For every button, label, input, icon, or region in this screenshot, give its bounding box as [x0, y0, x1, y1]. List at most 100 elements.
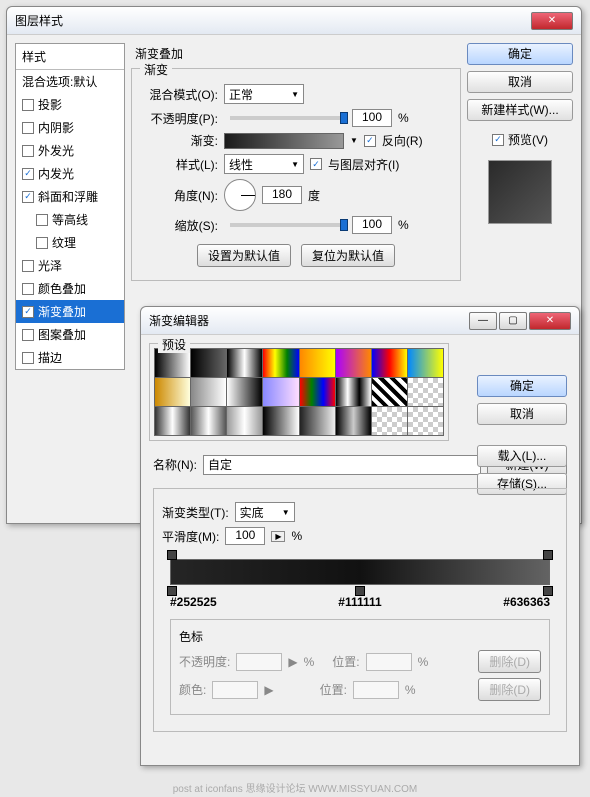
preview-swatch	[488, 160, 552, 224]
preset-swatch[interactable]	[263, 349, 298, 377]
angle-input[interactable]: 180	[262, 186, 302, 204]
color-stop[interactable]	[355, 586, 365, 596]
close-icon[interactable]: ✕	[529, 312, 571, 330]
ok-button[interactable]: 确定	[467, 43, 573, 65]
preset-swatch[interactable]	[300, 378, 335, 406]
opacity-stop[interactable]	[167, 550, 177, 560]
preset-swatch[interactable]	[336, 407, 371, 435]
scale-label: 缩放(S):	[140, 217, 218, 234]
blend-mode-dropdown[interactable]: 正常	[224, 84, 304, 104]
style-item[interactable]: 图案叠加	[16, 323, 124, 346]
preset-swatch[interactable]	[408, 378, 443, 406]
chevron-right-icon[interactable]: ▶	[271, 531, 285, 542]
opacity-stop[interactable]	[543, 550, 553, 560]
grad-type-dropdown[interactable]: 实底	[235, 502, 295, 522]
preset-swatch[interactable]	[336, 378, 371, 406]
titlebar[interactable]: 图层样式 ✕	[7, 7, 581, 35]
preset-swatch[interactable]	[155, 378, 190, 406]
checkbox-icon[interactable]	[22, 260, 34, 272]
dialog-title: 渐变编辑器	[149, 312, 209, 329]
opacity-slider[interactable]	[230, 116, 340, 120]
preset-swatch[interactable]	[155, 407, 190, 435]
preset-swatch[interactable]	[408, 349, 443, 377]
preset-swatch[interactable]	[227, 378, 262, 406]
preset-swatch[interactable]	[336, 349, 371, 377]
style-dropdown[interactable]: 线性	[224, 154, 304, 174]
stops-fieldset: 色标 不透明度: ▶ % 位置: % 删除(D) 颜色: ▶ 位置: % 删除(…	[170, 619, 550, 715]
name-input[interactable]: 自定	[203, 455, 481, 475]
checkbox-icon[interactable]	[22, 283, 34, 295]
scale-slider[interactable]	[230, 223, 340, 227]
style-item[interactable]: 内阴影	[16, 116, 124, 139]
new-style-button[interactable]: 新建样式(W)...	[467, 99, 573, 121]
load-button[interactable]: 载入(L)...	[477, 445, 567, 467]
style-item[interactable]: 斜面和浮雕	[16, 185, 124, 208]
style-item[interactable]: 外发光	[16, 139, 124, 162]
preset-swatch[interactable]	[227, 407, 262, 435]
style-item-label: 外发光	[38, 142, 74, 159]
preset-swatch[interactable]	[372, 378, 407, 406]
angle-control[interactable]	[224, 179, 256, 211]
preset-swatch[interactable]	[263, 378, 298, 406]
style-item[interactable]: 内发光	[16, 162, 124, 185]
checkbox-icon[interactable]	[36, 237, 48, 249]
preview-checkbox[interactable]	[492, 134, 504, 146]
close-icon[interactable]: ✕	[531, 12, 573, 30]
gradient-edit-bar[interactable]	[170, 559, 550, 585]
preset-swatch[interactable]	[191, 349, 226, 377]
cancel-button[interactable]: 取消	[467, 71, 573, 93]
reset-default-button[interactable]: 复位为默认值	[301, 244, 395, 267]
maximize-icon[interactable]: ▢	[499, 312, 527, 330]
style-item[interactable]: 等高线	[16, 208, 124, 231]
style-item[interactable]: 光泽	[16, 254, 124, 277]
opacity-input[interactable]: 100	[352, 109, 392, 127]
style-item[interactable]: 纹理	[16, 231, 124, 254]
checkbox-icon[interactable]	[22, 168, 34, 180]
set-default-button[interactable]: 设置为默认值	[197, 244, 291, 267]
preset-swatch[interactable]	[300, 349, 335, 377]
preset-swatch[interactable]	[191, 407, 226, 435]
preset-swatch[interactable]	[227, 349, 262, 377]
checkbox-icon[interactable]	[22, 352, 34, 364]
angle-label: 角度(N):	[140, 187, 218, 204]
delete-button: 删除(D)	[478, 678, 541, 701]
style-item[interactable]: 渐变叠加	[16, 300, 124, 323]
gradient-preview[interactable]	[224, 133, 344, 149]
grad-type-label: 渐变类型(T):	[162, 504, 229, 521]
style-item[interactable]: 颜色叠加	[16, 277, 124, 300]
smooth-input[interactable]: 100	[225, 527, 265, 545]
checkbox-icon[interactable]	[22, 122, 34, 134]
reverse-checkbox[interactable]	[364, 135, 376, 147]
gradient-type-fieldset: 渐变类型(T): 实底 平滑度(M): 100 ▶ % #252525 #111…	[153, 488, 567, 732]
preset-swatch[interactable]	[191, 378, 226, 406]
scale-input[interactable]: 100	[352, 216, 392, 234]
cancel-button[interactable]: 取消	[477, 403, 567, 425]
checkbox-icon[interactable]	[22, 306, 34, 318]
blend-options-item[interactable]: 混合选项:默认	[16, 70, 124, 93]
color-stop[interactable]	[167, 586, 177, 596]
checkbox-icon[interactable]	[22, 145, 34, 157]
styles-header[interactable]: 样式	[16, 44, 124, 70]
color-stop[interactable]	[543, 586, 553, 596]
stop-position-input	[366, 653, 412, 671]
preset-swatch[interactable]	[408, 407, 443, 435]
ok-button[interactable]: 确定	[477, 375, 567, 397]
checkbox-icon[interactable]	[36, 214, 48, 226]
preset-swatch[interactable]	[263, 407, 298, 435]
checkbox-icon[interactable]	[22, 99, 34, 111]
stop-opacity-input	[236, 653, 282, 671]
checkbox-icon[interactable]	[22, 329, 34, 341]
preset-swatch[interactable]	[300, 407, 335, 435]
style-item-label: 图案叠加	[38, 326, 86, 343]
align-checkbox[interactable]	[310, 158, 322, 170]
minimize-icon[interactable]: —	[469, 312, 497, 330]
checkbox-icon[interactable]	[22, 191, 34, 203]
style-item[interactable]: 描边	[16, 346, 124, 369]
panel-title: 渐变叠加	[135, 45, 457, 62]
preset-swatch[interactable]	[372, 407, 407, 435]
preset-swatch[interactable]	[155, 349, 190, 377]
gradient-editor-dialog: 渐变编辑器 — ▢ ✕ 预设 确定 取消 载入(L)... 存储(S)... 名…	[140, 306, 580, 766]
style-item[interactable]: 投影	[16, 93, 124, 116]
preset-swatch[interactable]	[372, 349, 407, 377]
titlebar[interactable]: 渐变编辑器 — ▢ ✕	[141, 307, 579, 335]
